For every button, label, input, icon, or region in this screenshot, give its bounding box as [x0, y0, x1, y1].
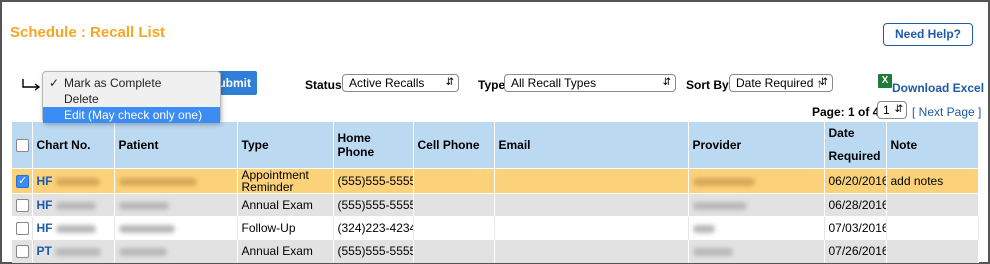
menu-item-label: Delete: [64, 92, 99, 106]
table-row[interactable]: HF Follow-Up (324)223-4234* 07/03/2016: [12, 216, 979, 240]
home-phone: (555)555-5555*: [333, 168, 414, 194]
page-select-value: 1: [883, 103, 890, 117]
redacted-text: [55, 177, 100, 186]
table-row[interactable]: PT Annual Exam (555)555-5555* 07/26/2016: [12, 239, 979, 263]
select-arrows-icon: ⇵: [662, 77, 671, 88]
note[interactable]: add notes: [886, 168, 979, 194]
page-indicator: Page: 1 of 4: [812, 105, 880, 119]
menu-item-mark-complete[interactable]: ✓ Mark as Complete: [43, 75, 220, 91]
select-all-header[interactable]: [12, 122, 33, 169]
select-arrows-icon: ⇵: [445, 77, 454, 88]
next-page-link[interactable]: [ Next Page ]: [912, 105, 981, 119]
recall-type: Appointment Reminder: [237, 168, 334, 194]
return-arrow-icon: [22, 79, 41, 91]
page-select[interactable]: 1 ⇵: [877, 101, 907, 119]
column-header[interactable]: Chart No.: [32, 122, 115, 169]
home-phone: (324)223-4234*: [333, 216, 414, 240]
chart-number-link[interactable]: HF: [37, 198, 53, 212]
email: [494, 168, 689, 194]
need-help-button[interactable]: Need Help?: [883, 23, 973, 46]
note[interactable]: [886, 239, 979, 263]
redacted-provider: [692, 177, 755, 186]
chart-number-link[interactable]: HF: [37, 174, 53, 188]
status-select-value: Active Recalls: [349, 76, 425, 90]
home-phone: (555)555-5555*: [333, 239, 414, 263]
recall-table: Chart No. Patient Type Home Phone Cell P…: [12, 122, 979, 263]
column-header[interactable]: Date Required: [824, 122, 887, 169]
type-select[interactable]: All Recall Types ⇵: [504, 74, 676, 92]
table-header-row: Chart No. Patient Type Home Phone Cell P…: [12, 122, 979, 169]
note[interactable]: [886, 193, 979, 217]
redacted-patient: [118, 224, 175, 233]
redacted-text: [55, 248, 102, 257]
redacted-provider: [692, 248, 733, 257]
column-header[interactable]: Patient: [114, 122, 238, 169]
home-phone: (555)555-5555*: [333, 193, 414, 217]
column-header[interactable]: Cell Phone: [413, 122, 495, 169]
date-required: 07/26/2016: [824, 239, 887, 263]
checkmark-icon: ✓: [49, 76, 60, 90]
recall-type: Annual Exam: [237, 239, 334, 263]
select-arrows-icon: ⇵: [894, 104, 903, 115]
sort-by-select-value: Date Required ↑: [736, 76, 823, 90]
action-dropdown-menu[interactable]: ✓ Mark as Complete Delete Edit (May chec…: [42, 71, 221, 123]
sort-by-label: Sort By: [686, 78, 729, 92]
column-header[interactable]: Email: [494, 122, 689, 169]
chart-number-link[interactable]: HF: [37, 221, 53, 235]
status-label: Status: [305, 78, 342, 92]
download-excel-link[interactable]: Download Excel: [892, 81, 984, 95]
date-required: 06/20/2016: [824, 168, 887, 194]
row-checkbox[interactable]: [16, 174, 29, 189]
email: [494, 193, 689, 217]
chart-number-link[interactable]: PT: [37, 244, 52, 258]
redacted-provider: [692, 224, 715, 233]
date-required: 06/28/2016: [824, 193, 887, 217]
select-all-checkbox[interactable]: [16, 139, 29, 153]
row-checkbox[interactable]: [16, 245, 29, 259]
redacted-patient: [118, 177, 197, 186]
recall-type: Follow-Up: [237, 216, 334, 240]
redacted-provider: [692, 201, 747, 210]
cell-phone: [413, 193, 495, 217]
page-title: Schedule : Recall List: [10, 24, 166, 41]
type-label: Type: [478, 78, 506, 92]
redacted-text: [55, 224, 96, 233]
row-checkbox[interactable]: [16, 222, 29, 236]
redacted-patient: [118, 248, 167, 257]
email: [494, 216, 689, 240]
column-header[interactable]: Note: [886, 122, 979, 169]
excel-icon[interactable]: X: [878, 74, 892, 88]
table-row[interactable]: HF Appointment Reminder (555)555-5555* 0…: [12, 168, 979, 194]
cell-phone: [413, 168, 495, 194]
recall-list-panel: Schedule : Recall List Need Help? ubmit …: [0, 0, 990, 264]
menu-item-label: Edit (May check only one): [64, 108, 203, 122]
recall-type: Annual Exam: [237, 193, 334, 217]
row-checkbox[interactable]: [16, 199, 29, 213]
sort-by-select[interactable]: Date Required ↑ ⇵: [729, 74, 833, 92]
menu-item-delete[interactable]: Delete: [43, 91, 220, 107]
date-required: 07/03/2016: [824, 216, 887, 240]
menu-item-edit[interactable]: Edit (May check only one): [43, 107, 220, 123]
status-select[interactable]: Active Recalls ⇵: [342, 74, 459, 92]
column-header[interactable]: Provider: [688, 122, 825, 169]
menu-item-label: Mark as Complete: [64, 76, 162, 90]
table-row[interactable]: HF Annual Exam (555)555-5555* 06/28/2016: [12, 193, 979, 217]
type-select-value: All Recall Types: [511, 76, 597, 90]
redacted-patient: [118, 201, 169, 210]
cell-phone: [413, 216, 495, 240]
column-header[interactable]: Home Phone: [333, 122, 414, 169]
cell-phone: [413, 239, 495, 263]
email: [494, 239, 689, 263]
redacted-text: [55, 201, 96, 210]
select-arrows-icon: ⇵: [819, 77, 828, 88]
column-header[interactable]: Type: [237, 122, 334, 169]
note[interactable]: [886, 216, 979, 240]
